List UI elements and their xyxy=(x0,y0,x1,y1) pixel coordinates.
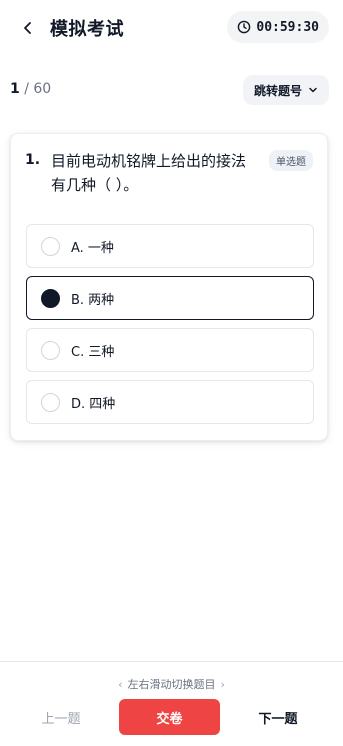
timer-text: 00:59:30 xyxy=(256,19,319,35)
radio-button[interactable] xyxy=(41,341,60,360)
total-questions: 60 xyxy=(33,81,52,97)
option-label: A. 一种 xyxy=(71,241,114,256)
option-label: B. 两种 xyxy=(71,293,115,308)
previous-question-button[interactable]: 上一题 xyxy=(26,699,96,735)
chevron-left-small-icon: ‹ xyxy=(118,678,123,691)
radio-button[interactable] xyxy=(41,393,60,412)
progress-row: 1 / 60 跳转题号 xyxy=(0,72,343,108)
question-number: 1. xyxy=(25,152,41,168)
page-title: 模拟考试 xyxy=(50,19,124,40)
chevron-left-icon xyxy=(24,22,31,34)
footer: ‹ 左右滑动切换题目 › 上一题 交卷 下一题 xyxy=(0,661,343,746)
app: 模拟考试 00:59:30 1 / 60 跳转题号 1. 目前电动机铭牌上给出的… xyxy=(0,0,343,746)
next-question-button[interactable]: 下一题 xyxy=(243,699,313,735)
back-button[interactable] xyxy=(14,14,42,42)
option-label: C. 三种 xyxy=(71,345,115,360)
radio-button[interactable] xyxy=(41,289,60,308)
radio-button[interactable] xyxy=(41,237,60,256)
timer-badge: 00:59:30 xyxy=(227,11,329,43)
current-question-number: 1 xyxy=(10,81,20,97)
chevron-right-small-icon: › xyxy=(220,678,225,691)
question-type-badge: 单选题 xyxy=(269,150,313,171)
chevron-down-icon xyxy=(309,87,317,93)
swipe-hint-text: 左右滑动切换题目 xyxy=(127,678,216,691)
progress-separator: / xyxy=(19,81,34,97)
jump-question-button[interactable]: 跳转题号 xyxy=(242,75,329,105)
question-progress: 1 / 60 xyxy=(10,81,51,97)
clock-icon xyxy=(238,20,251,34)
jump-question-label: 跳转题号 xyxy=(253,83,302,98)
question-card: 1. 目前电动机铭牌上给出的接法有几种（ ）。 单选题 A. 一种 B. 两种 … xyxy=(10,133,328,441)
question-text: 目前电动机铭牌上给出的接法有几种（ ）。 xyxy=(51,152,247,194)
option-c[interactable]: C. 三种 xyxy=(26,328,314,372)
header: 模拟考试 00:59:30 xyxy=(0,0,343,56)
options-list: A. 一种 B. 两种 C. 三种 D. 四种 xyxy=(26,224,314,432)
submit-exam-button[interactable]: 交卷 xyxy=(119,699,220,735)
option-b[interactable]: B. 两种 xyxy=(26,276,314,320)
swipe-hint: ‹ 左右滑动切换题目 › xyxy=(0,676,343,692)
option-label: D. 四种 xyxy=(71,397,116,412)
option-d[interactable]: D. 四种 xyxy=(26,380,314,424)
option-a[interactable]: A. 一种 xyxy=(26,224,314,268)
